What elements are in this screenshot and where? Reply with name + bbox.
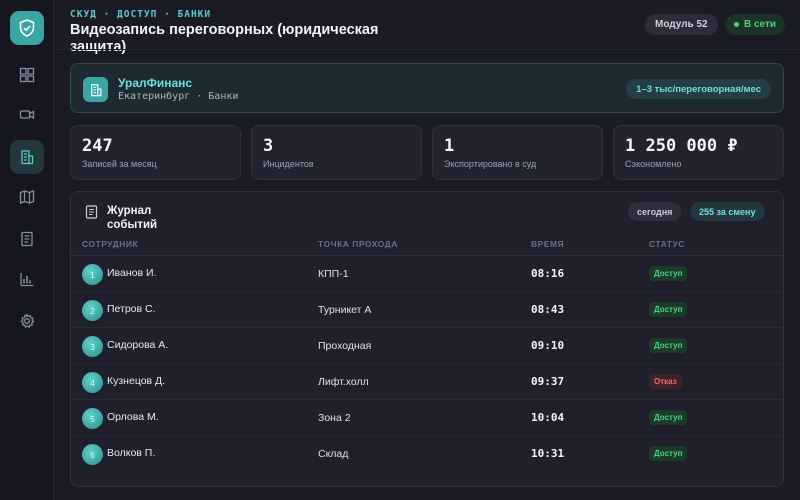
header-divider (54, 49, 800, 50)
stat-value: 1 250 000 ₽ (625, 136, 738, 156)
module-badge: Модуль 52 (645, 14, 718, 35)
event-log-title: Журнал событий (107, 205, 158, 231)
event-time: 08:16 (531, 267, 565, 280)
access-point: Лифт.холл (318, 376, 369, 388)
table-row[interactable]: 2 Петров С. Турникет А 08:43 Доступ (71, 292, 783, 328)
status-badge: Доступ (649, 410, 688, 425)
chart-icon (20, 273, 34, 287)
table-row[interactable]: 1 Иванов И. КПП-1 08:16 Доступ (71, 256, 783, 292)
employee-name: Орлова М. (107, 411, 159, 423)
sidebar-item-cameras[interactable] (10, 98, 44, 132)
table-row[interactable]: 3 Сидорова А. Проходная 09:10 Доступ (71, 328, 783, 364)
status-badge: Отказ (649, 374, 682, 389)
online-status-badge: В сети (725, 14, 786, 35)
avatar: 5 (82, 408, 103, 429)
table-row[interactable]: 5 Орлова М. Зона 2 10:04 Доступ (71, 400, 783, 436)
camera-icon (19, 110, 35, 120)
meta-separator: · (196, 91, 203, 102)
table-row[interactable]: 4 Кузнецов Д. Лифт.холл 09:37 Отказ (71, 364, 783, 400)
company-name: УралФинанс (118, 76, 193, 90)
access-point: Склад (318, 448, 349, 460)
employee-name: Кузнецов Д. (107, 375, 166, 387)
rate-badge: 1–3 тыс/переговорная/мес (626, 79, 771, 99)
online-dot-icon (734, 22, 739, 27)
avatar: 3 (82, 336, 103, 357)
avatar: 4 (82, 372, 103, 393)
sidebar-item-dashboard[interactable] (10, 58, 44, 92)
status-badge: Доступ (649, 446, 688, 461)
stat-label: Сэкономлено (625, 159, 682, 169)
stat-value: 1 (444, 136, 455, 156)
event-time: 09:37 (531, 375, 565, 388)
status-badge: Доступ (649, 266, 688, 281)
sidebar (0, 0, 54, 500)
document-icon (85, 205, 98, 219)
access-point: Зона 2 (318, 412, 351, 424)
column-header-employee[interactable]: СОТРУДНИК (82, 239, 138, 249)
status-badge: Доступ (649, 302, 688, 317)
stat-label: Инцидентов (263, 159, 314, 169)
column-header-status[interactable]: СТАТУС (649, 239, 685, 249)
sidebar-item-documents[interactable] (10, 222, 44, 256)
breadcrumb: СКУД · ДОСТУП · БАНКИ (70, 9, 212, 20)
company-card[interactable]: УралФинанс Екатеринбург · Банки 1–3 тыс/пе… (70, 63, 784, 113)
access-point: КПП-1 (318, 268, 349, 280)
page-title: Видеозапись переговорных (юридическая за… (70, 22, 379, 55)
company-city: Екатеринбург (118, 91, 191, 102)
event-time: 10:31 (531, 447, 565, 460)
status-badge: Доступ (649, 338, 688, 353)
stat-card-savings: 1 250 000 ₽ Сэкономлено (613, 125, 784, 180)
column-header-point[interactable]: ТОЧКА ПРОХОДА (318, 239, 398, 249)
map-icon (19, 190, 35, 204)
document-icon (21, 231, 33, 247)
stat-value: 247 (82, 136, 113, 156)
sidebar-item-map[interactable] (10, 180, 44, 214)
shield-logo-icon[interactable] (10, 11, 44, 45)
sidebar-item-buildings[interactable] (10, 140, 44, 174)
employee-name: Сидорова А. (107, 339, 169, 351)
column-header-time[interactable]: ВРЕМЯ (531, 239, 564, 249)
avatar: 2 (82, 300, 103, 321)
event-time: 10:04 (531, 411, 565, 424)
stat-card-court-exports: 1 Экспортировано в суд (432, 125, 603, 180)
company-meta: Екатеринбург · Банки (118, 91, 238, 102)
filter-today-chip[interactable]: сегодня (628, 202, 682, 221)
stat-value: 3 (263, 136, 274, 156)
event-time: 09:10 (531, 339, 565, 352)
employee-name: Волков П. (107, 447, 156, 459)
access-point: Проходная (318, 340, 372, 352)
access-point: Турникет А (318, 304, 372, 316)
avatar: 6 (82, 444, 103, 465)
building-icon (21, 150, 34, 165)
employee-name: Иванов И. (107, 267, 157, 279)
online-status-label: В сети (744, 19, 777, 30)
stat-card-incidents: 3 Инцидентов (251, 125, 422, 180)
event-time: 08:43 (531, 303, 565, 316)
company-sector: Банки (208, 91, 239, 102)
event-log-panel: Журнал событий сегодня 255 за смену СОТР… (70, 191, 784, 487)
sidebar-item-reports[interactable] (10, 262, 44, 296)
table-row[interactable]: 6 Волков П. Склад 10:31 Доступ (71, 436, 783, 472)
sidebar-item-settings[interactable] (10, 304, 44, 338)
company-building-icon (83, 77, 108, 102)
stat-label: Записей за месяц (82, 159, 157, 169)
avatar: 1 (82, 264, 103, 285)
shift-count-chip: 255 за смену (690, 202, 765, 221)
gear-icon (20, 313, 35, 329)
employee-name: Петров С. (107, 303, 156, 315)
dashboard-icon (19, 67, 35, 83)
stat-card-records: 247 Записей за месяц (70, 125, 241, 180)
stat-label: Экспортировано в суд (444, 159, 537, 169)
